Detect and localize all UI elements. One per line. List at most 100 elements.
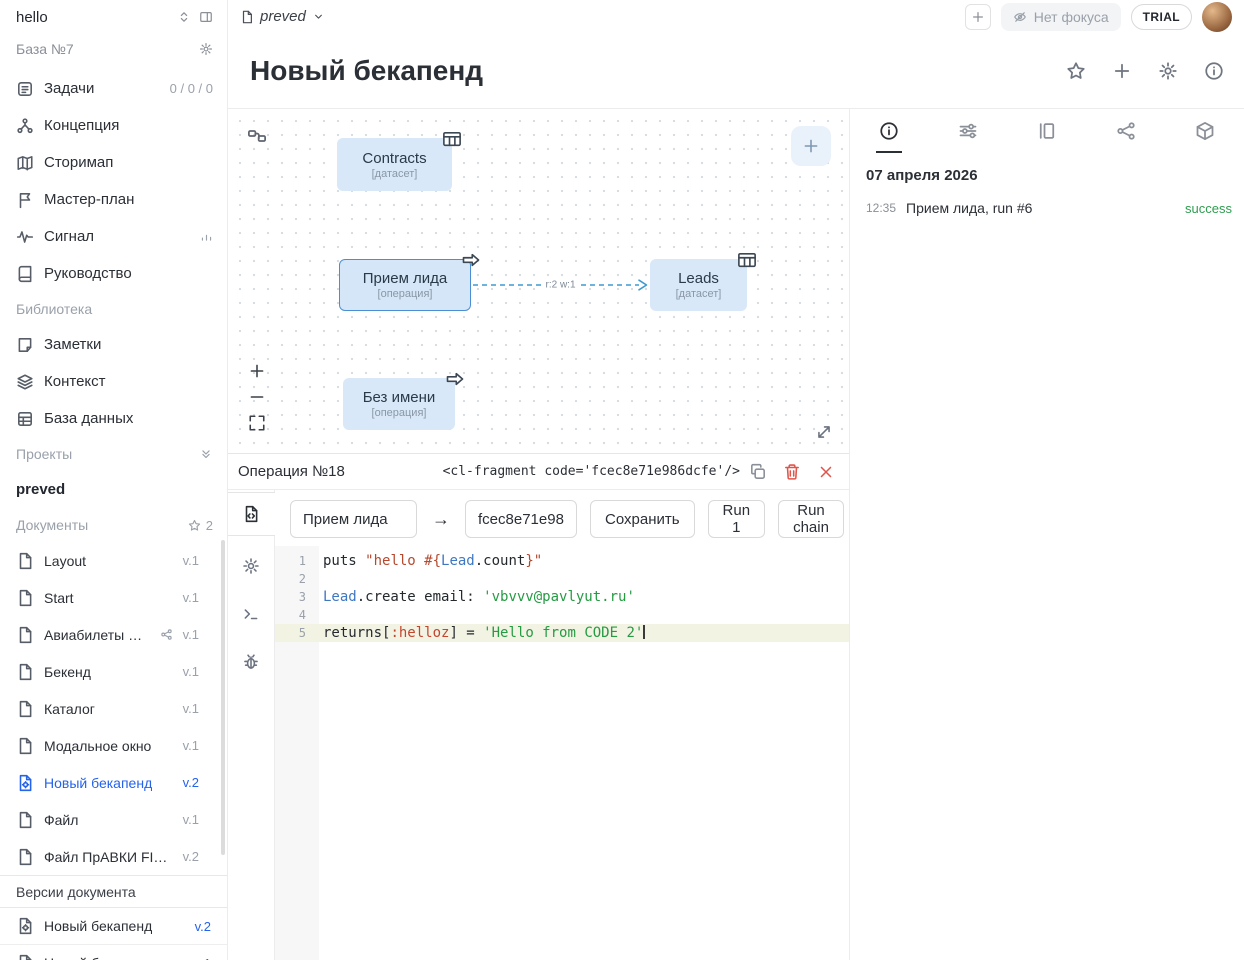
sidebar-nav-item[interactable]: Мастер-план bbox=[0, 181, 227, 218]
tab-graph[interactable] bbox=[1102, 109, 1150, 153]
workspace-name: hello bbox=[16, 9, 48, 26]
columns-icon bbox=[1037, 121, 1057, 141]
tab-info[interactable] bbox=[865, 109, 913, 153]
workflow-canvas[interactable]: Contracts [датасет] Прием лида [операция… bbox=[228, 109, 849, 453]
settings-tab-button[interactable] bbox=[233, 548, 269, 584]
zoom-in-button[interactable] bbox=[247, 361, 267, 381]
versions-list: Новый бекапенд v.2 Новый бекапенд v.1 bbox=[0, 908, 227, 960]
line-number: 2 bbox=[275, 570, 319, 588]
code-line[interactable]: 1 puts "hello #{Lead.count}" bbox=[275, 552, 849, 570]
avatar[interactable] bbox=[1202, 2, 1232, 32]
plus-icon bbox=[1112, 61, 1132, 81]
sidebar-document-item[interactable]: Новый бекапенд v.2 bbox=[0, 764, 227, 801]
save-button[interactable]: Сохранить bbox=[590, 500, 695, 538]
document-version: v.1 bbox=[183, 553, 199, 568]
operation-body: → Сохранить Run 1 Run chain 1 puts "hell… bbox=[228, 490, 849, 960]
document-label: Файл ПрАВКИ FINAL!!! bbox=[44, 849, 173, 865]
code-line[interactable]: 5 returns[:helloz] = 'Hello from CODE 2' bbox=[275, 624, 849, 642]
gear-icon bbox=[242, 557, 260, 575]
sidebar-nav-item[interactable]: Руководство bbox=[0, 255, 227, 292]
operation-arrow-icon bbox=[461, 250, 481, 270]
topbar-add-button[interactable] bbox=[965, 4, 991, 30]
editor-toolbar-strip bbox=[228, 490, 275, 960]
project-list: preved bbox=[0, 471, 227, 508]
node-bez-imeni[interactable]: Без имени [операция] bbox=[343, 378, 455, 430]
code-line[interactable]: 2 bbox=[275, 570, 849, 588]
file-icon bbox=[16, 626, 34, 644]
focus-button[interactable]: Нет фокуса bbox=[1001, 3, 1121, 31]
sidebar-document-item[interactable]: Файл v.1 bbox=[0, 801, 227, 838]
document-label: Модальное окно bbox=[44, 738, 151, 754]
operation-name-input[interactable] bbox=[290, 500, 417, 538]
sidebar-nav-item[interactable]: База данных bbox=[0, 400, 227, 437]
code-line[interactable]: 3 Lead.create email: 'vbvvv@pavlyut.ru' bbox=[275, 588, 849, 606]
node-contracts[interactable]: Contracts [датасет] bbox=[337, 138, 452, 191]
file-icon bbox=[16, 589, 34, 607]
node-leads[interactable]: Leads [датасет] bbox=[650, 259, 747, 311]
favorite-button[interactable] bbox=[1066, 61, 1086, 81]
sidebar-scrollbar[interactable] bbox=[221, 540, 225, 855]
chevrons-up-down-icon[interactable] bbox=[177, 10, 191, 24]
sidebar-nav-item[interactable]: Заметки bbox=[0, 326, 227, 363]
copy-button[interactable] bbox=[749, 463, 767, 481]
chevrons-down-icon[interactable] bbox=[199, 447, 213, 461]
sidebar-document-item[interactable]: Layout v.1 bbox=[0, 542, 227, 579]
debug-tab-button[interactable] bbox=[233, 644, 269, 680]
nav-item-meta: 0 / 0 / 0 bbox=[170, 81, 213, 96]
settings-button[interactable] bbox=[1158, 61, 1178, 81]
sidebar-nav-item[interactable]: Контекст bbox=[0, 363, 227, 400]
document-label: Бекенд bbox=[44, 664, 91, 680]
sidebar-document-item[interactable]: Бекенд v.1 bbox=[0, 653, 227, 690]
tab-layout[interactable] bbox=[1023, 109, 1071, 153]
sidebar-document-item[interactable]: Каталог v.1 bbox=[0, 690, 227, 727]
section-projects[interactable]: Проекты bbox=[0, 437, 227, 471]
topbar: preved Нет фокуса TRIAL bbox=[228, 0, 1244, 33]
sidebar-document-item[interactable]: Модальное окно v.1 bbox=[0, 727, 227, 764]
base-row[interactable]: База №7 bbox=[0, 34, 227, 64]
sidebar-document-item[interactable]: Авиабилеты дешев v.1 bbox=[0, 616, 227, 653]
sidebar-nav-item[interactable]: Задачи 0 / 0 / 0 bbox=[0, 70, 227, 107]
project-selector[interactable]: preved bbox=[240, 8, 325, 25]
gear-icon[interactable] bbox=[199, 42, 213, 56]
code-tab-button[interactable] bbox=[228, 492, 275, 536]
file-icon bbox=[16, 552, 34, 570]
tab-package[interactable] bbox=[1181, 109, 1229, 153]
operation-code-input[interactable] bbox=[465, 500, 577, 538]
close-panel-button[interactable] bbox=[817, 463, 835, 481]
line-number: 5 bbox=[275, 624, 319, 642]
zoom-out-button[interactable] bbox=[247, 387, 267, 407]
sidebar-toggle-icon[interactable] bbox=[199, 10, 213, 24]
tab-settings[interactable] bbox=[944, 109, 992, 153]
expand-canvas-button[interactable] bbox=[815, 423, 833, 441]
document-version: v.2 bbox=[183, 849, 199, 864]
document-version-item[interactable]: Новый бекапенд v.2 bbox=[0, 908, 227, 945]
database-icon bbox=[16, 410, 34, 428]
info-button[interactable] bbox=[1204, 61, 1224, 81]
document-icon bbox=[240, 10, 254, 24]
sidebar-nav-item[interactable]: Сторимап bbox=[0, 144, 227, 181]
delete-button[interactable] bbox=[783, 463, 801, 481]
add-button[interactable] bbox=[1112, 61, 1132, 81]
document-version-item[interactable]: Новый бекапенд v.1 bbox=[0, 945, 227, 960]
run-chain-button[interactable]: Run chain bbox=[778, 500, 844, 538]
sidebar-nav-item[interactable]: Концепция bbox=[0, 107, 227, 144]
workspace-switcher[interactable]: hello bbox=[0, 0, 227, 34]
code-text: Lead.create email: 'vbvvv@pavlyut.ru' bbox=[319, 588, 849, 606]
sidebar-document-item[interactable]: Файл ПрАВКИ FINAL!!! v.2 bbox=[0, 838, 227, 875]
code-editor[interactable]: 1 puts "hello #{Lead.count}" 2 3 Lead.cr… bbox=[275, 546, 849, 960]
star-icon bbox=[188, 519, 201, 532]
node-title: Без имени bbox=[363, 389, 436, 406]
canvas-add-node-button[interactable] bbox=[791, 126, 831, 166]
sidebar-document-item[interactable]: Start v.1 bbox=[0, 579, 227, 616]
fit-view-button[interactable] bbox=[247, 413, 267, 433]
run-label[interactable]: Прием лида, run #6 bbox=[906, 200, 1175, 216]
flow-mode-button[interactable] bbox=[247, 126, 267, 146]
run1-button[interactable]: Run 1 bbox=[708, 500, 766, 538]
content: Contracts [датасет] Прием лида [операция… bbox=[228, 108, 1244, 960]
sidebar-nav-item[interactable]: Сигнал bbox=[0, 218, 227, 255]
sidebar-project-item[interactable]: preved bbox=[0, 471, 227, 508]
code-line[interactable]: 4 bbox=[275, 606, 849, 624]
console-tab-button[interactable] bbox=[233, 596, 269, 632]
runs-log: 07 апреля 2026 12:35 Прием лида, run #6 … bbox=[850, 153, 1244, 226]
node-priem-lida[interactable]: Прием лида [операция] bbox=[339, 259, 471, 311]
